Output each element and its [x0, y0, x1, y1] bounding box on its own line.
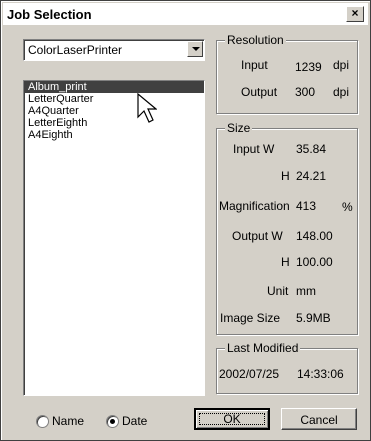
image-size-value: 5.9MB: [296, 311, 331, 325]
close-icon: ×: [351, 6, 359, 20]
dropdown-arrow-icon[interactable]: [187, 41, 203, 57]
list-item[interactable]: LetterQuarter: [24, 93, 204, 105]
focus-rect: [199, 413, 265, 425]
output-w-label: Output W: [232, 229, 283, 243]
input-dpi-unit: dpi: [333, 58, 350, 72]
output-w-value: 148.00: [296, 229, 333, 243]
input-h-label: H: [281, 169, 290, 183]
input-dpi-label: Input: [241, 58, 268, 72]
size-legend: Size: [225, 121, 253, 135]
resolution-legend: Resolution: [225, 33, 286, 47]
input-dpi-value: 1239: [295, 60, 322, 74]
arrow-cursor-icon: [137, 93, 157, 123]
list-item[interactable]: Album_print: [24, 81, 204, 93]
output-dpi-value: 300: [295, 85, 316, 99]
sort-name-label[interactable]: Name: [52, 414, 84, 428]
output-h-value: 100.00: [296, 255, 333, 269]
size-group: Size Input W 35.84 H 24.21 Magnification…: [216, 121, 358, 335]
unit-value: mm: [296, 284, 316, 298]
printer-select-value: ColorLaserPrinter: [28, 43, 123, 57]
cancel-button-label: Cancel: [300, 413, 338, 427]
output-h-label: H: [281, 255, 290, 269]
resolution-group: Resolution Input 1239 dpi Output 300 dpi: [216, 33, 358, 114]
list-item[interactable]: LetterEighth: [24, 117, 204, 129]
last-modified-legend: Last Modified: [225, 341, 301, 355]
sort-date-radio[interactable]: [106, 415, 119, 428]
magnification-label: Magnification: [219, 199, 290, 213]
input-w-label: Input W: [233, 142, 275, 156]
job-list[interactable]: Album_print LetterQuarter A4Quarter Lett…: [23, 80, 205, 396]
last-modified-group: Last Modified 2002/07/25 14:33:06: [216, 341, 358, 394]
printer-select[interactable]: ColorLaserPrinter: [23, 39, 205, 61]
window-title: Job Selection: [7, 7, 92, 22]
list-item[interactable]: A4Eighth: [24, 129, 204, 141]
title-bar[interactable]: Job Selection ×: [3, 3, 368, 25]
last-modified-date: 2002/07/25: [219, 367, 280, 381]
unit-label: Unit: [267, 284, 289, 298]
last-modified-time: 14:33:06: [297, 367, 344, 381]
magnification-value: 413: [296, 199, 317, 213]
output-dpi-unit: dpi: [333, 85, 350, 99]
input-h-value: 24.21: [296, 169, 327, 183]
image-size-label: Image Size: [220, 311, 281, 325]
input-w-value: 35.84: [296, 142, 327, 156]
magnification-unit: %: [342, 200, 353, 214]
output-dpi-label: Output: [241, 85, 278, 99]
sort-name-radio[interactable]: [36, 415, 49, 428]
ok-button[interactable]: OK: [194, 408, 270, 430]
cancel-button[interactable]: Cancel: [281, 408, 357, 430]
list-item[interactable]: A4Quarter: [24, 105, 204, 117]
sort-date-label[interactable]: Date: [122, 414, 147, 428]
close-button[interactable]: ×: [346, 6, 364, 22]
